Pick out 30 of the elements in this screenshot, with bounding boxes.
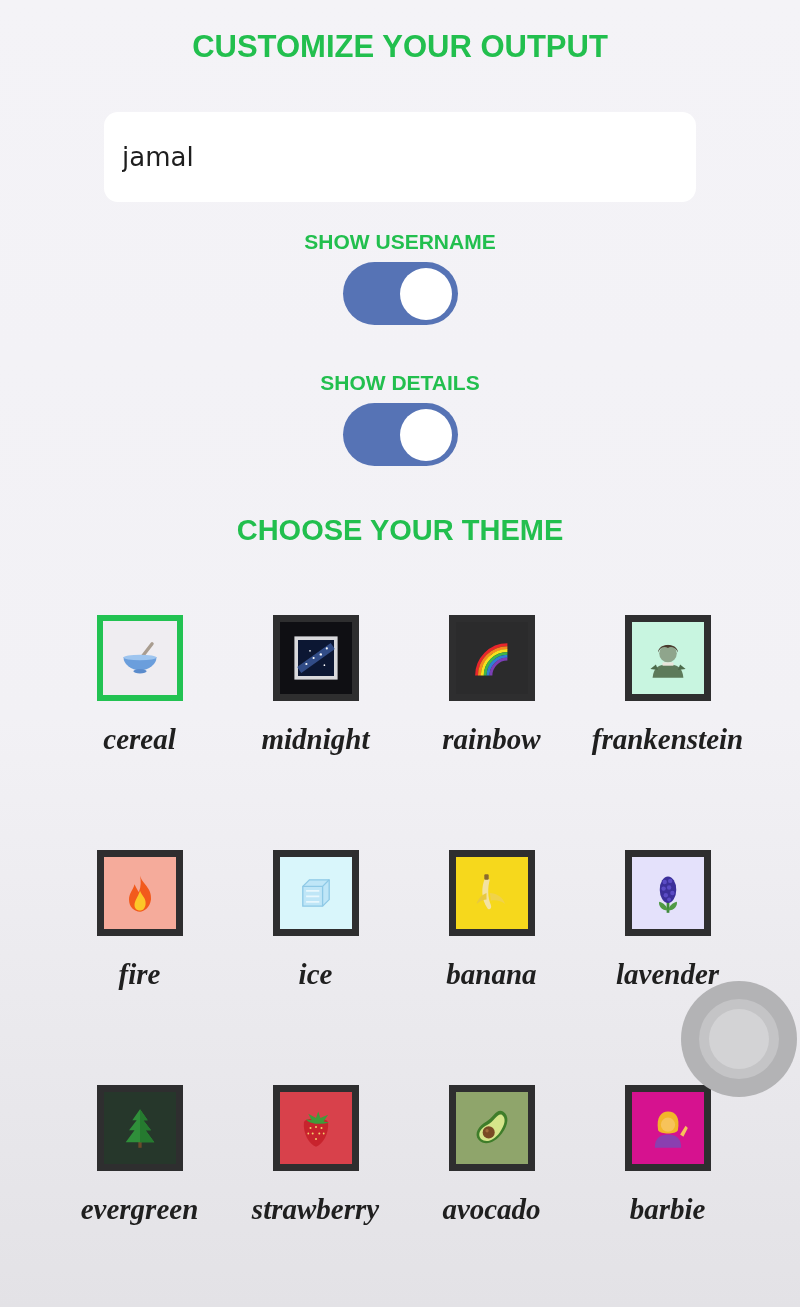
theme-tile[interactable]: [448, 1085, 535, 1171]
night-sky-picture-icon: [291, 634, 340, 682]
name-input[interactable]: jamal: [104, 112, 696, 202]
theme-tile[interactable]: [272, 615, 359, 701]
theme-label: avocado: [442, 1192, 541, 1226]
section-title: CHOOSE YOUR THEME: [236, 513, 564, 547]
theme-label: barbie: [629, 1192, 706, 1226]
theme-tile[interactable]: [448, 615, 535, 701]
theme-tile[interactable]: [96, 850, 183, 936]
theme-label: rainbow: [442, 722, 541, 756]
theme-tile[interactable]: [624, 1085, 711, 1171]
theme-label: frankenstein: [591, 722, 744, 756]
toggle-label: SHOW USERNAME: [304, 230, 496, 254]
theme-label: lavender: [615, 957, 720, 991]
theme-tile[interactable]: [448, 850, 535, 936]
theme-label: ice: [298, 957, 333, 991]
theme-label: strawberry: [251, 1192, 380, 1226]
theme-tile[interactable]: [96, 615, 183, 701]
toggle-label: SHOW DETAILS: [320, 371, 480, 395]
theme-tile[interactable]: [272, 850, 359, 936]
theme-label: fire: [118, 957, 161, 991]
theme-tile[interactable]: [624, 615, 711, 701]
page-title: CUSTOMIZE YOUR OUTPUT: [192, 29, 608, 65]
theme-label: midnight: [261, 722, 370, 756]
theme-label: cereal: [103, 722, 176, 756]
theme-label: banana: [446, 957, 537, 991]
theme-label: evergreen: [80, 1192, 199, 1226]
theme-tile[interactable]: [272, 1085, 359, 1171]
theme-tile[interactable]: [96, 1085, 183, 1171]
theme-tile[interactable]: [624, 850, 711, 936]
